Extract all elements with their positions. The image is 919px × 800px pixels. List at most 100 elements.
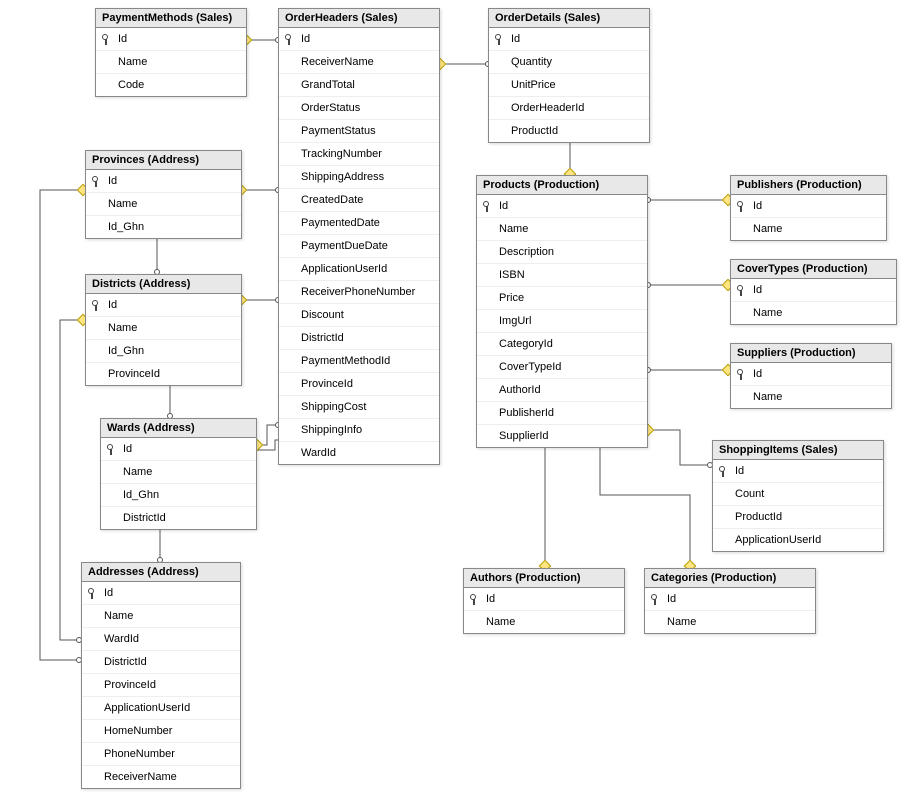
entity-paymentMethods[interactable]: PaymentMethods (Sales)IdNameCode — [95, 8, 247, 97]
column-row[interactable]: OrderStatus — [279, 97, 439, 120]
column-row[interactable]: TrackingNumber — [279, 143, 439, 166]
entity-shoppingItems[interactable]: ShoppingItems (Sales)IdCountProductIdApp… — [712, 440, 884, 552]
column-row[interactable]: ReceiverPhoneNumber — [279, 281, 439, 304]
column-row[interactable]: Id — [477, 195, 647, 218]
entity-title[interactable]: Authors (Production) — [464, 569, 624, 588]
column-row[interactable]: Id — [86, 294, 241, 317]
column-row[interactable]: Name — [645, 611, 815, 633]
column-row[interactable]: PaymentDueDate — [279, 235, 439, 258]
column-row[interactable]: Id_Ghn — [86, 340, 241, 363]
entity-orderHeaders[interactable]: OrderHeaders (Sales)IdReceiverNameGrandT… — [278, 8, 440, 465]
column-row[interactable]: Id_Ghn — [101, 484, 256, 507]
column-row[interactable]: Discount — [279, 304, 439, 327]
column-row[interactable]: Id — [82, 582, 240, 605]
entity-title[interactable]: PaymentMethods (Sales) — [96, 9, 246, 28]
column-row[interactable]: DistrictId — [279, 327, 439, 350]
entity-authors[interactable]: Authors (Production)IdName — [463, 568, 625, 634]
entity-title[interactable]: Publishers (Production) — [731, 176, 886, 195]
column-row[interactable]: ShippingInfo — [279, 419, 439, 442]
column-row[interactable]: Id — [731, 279, 896, 302]
column-row[interactable]: UnitPrice — [489, 74, 649, 97]
entity-title[interactable]: Provinces (Address) — [86, 151, 241, 170]
column-row[interactable]: Name — [96, 51, 246, 74]
column-row[interactable]: Description — [477, 241, 647, 264]
column-row[interactable]: Id — [731, 363, 891, 386]
column-row[interactable]: Name — [731, 386, 891, 408]
column-row[interactable]: Code — [96, 74, 246, 96]
entity-title[interactable]: Suppliers (Production) — [731, 344, 891, 363]
column-row[interactable]: Name — [82, 605, 240, 628]
entity-title[interactable]: Products (Production) — [477, 176, 647, 195]
entity-title[interactable]: OrderDetails (Sales) — [489, 9, 649, 28]
entity-publishers[interactable]: Publishers (Production)IdName — [730, 175, 887, 241]
column-row[interactable]: PaymentedDate — [279, 212, 439, 235]
column-row[interactable]: ReceiverName — [82, 766, 240, 788]
column-row[interactable]: Name — [464, 611, 624, 633]
column-row[interactable]: ReceiverName — [279, 51, 439, 74]
column-row[interactable]: HomeNumber — [82, 720, 240, 743]
column-row[interactable]: ISBN — [477, 264, 647, 287]
column-row[interactable]: Id_Ghn — [86, 216, 241, 238]
column-row[interactable]: PaymentMethodId — [279, 350, 439, 373]
column-row[interactable]: PaymentStatus — [279, 120, 439, 143]
column-row[interactable]: ApplicationUserId — [82, 697, 240, 720]
column-row[interactable]: ProductId — [489, 120, 649, 142]
column-row[interactable]: Id — [96, 28, 246, 51]
column-row[interactable]: ProductId — [713, 506, 883, 529]
column-row[interactable]: ShippingCost — [279, 396, 439, 419]
column-row[interactable]: Quantity — [489, 51, 649, 74]
column-row[interactable]: DistrictId — [82, 651, 240, 674]
column-row[interactable]: Name — [86, 317, 241, 340]
entity-title[interactable]: CoverTypes (Production) — [731, 260, 896, 279]
column-row[interactable]: ImgUrl — [477, 310, 647, 333]
column-row[interactable]: ApplicationUserId — [279, 258, 439, 281]
column-row[interactable]: ProvinceId — [279, 373, 439, 396]
entity-districts[interactable]: Districts (Address)IdNameId_GhnProvinceI… — [85, 274, 242, 386]
entity-title[interactable]: ShoppingItems (Sales) — [713, 441, 883, 460]
column-row[interactable]: Name — [731, 302, 896, 324]
column-row[interactable]: Id — [713, 460, 883, 483]
column-row[interactable]: ProvinceId — [86, 363, 241, 385]
column-row[interactable]: Id — [731, 195, 886, 218]
entity-products[interactable]: Products (Production)IdNameDescriptionIS… — [476, 175, 648, 448]
entity-orderDetails[interactable]: OrderDetails (Sales)IdQuantityUnitPriceO… — [488, 8, 650, 143]
column-row[interactable]: Id — [464, 588, 624, 611]
column-row[interactable]: PhoneNumber — [82, 743, 240, 766]
column-row[interactable]: Id — [279, 28, 439, 51]
column-row[interactable]: Id — [645, 588, 815, 611]
column-row[interactable]: DistrictId — [101, 507, 256, 529]
erd-canvas[interactable]: PaymentMethods (Sales)IdNameCodeOrderHea… — [0, 0, 919, 800]
entity-title[interactable]: Wards (Address) — [101, 419, 256, 438]
column-row[interactable]: Count — [713, 483, 883, 506]
column-row[interactable]: ApplicationUserId — [713, 529, 883, 551]
column-row[interactable]: Id — [489, 28, 649, 51]
column-row[interactable]: CreatedDate — [279, 189, 439, 212]
column-row[interactable]: Id — [101, 438, 256, 461]
entity-suppliers[interactable]: Suppliers (Production)IdName — [730, 343, 892, 409]
entity-title[interactable]: OrderHeaders (Sales) — [279, 9, 439, 28]
column-row[interactable]: WardId — [82, 628, 240, 651]
column-row[interactable]: Price — [477, 287, 647, 310]
column-row[interactable]: ProvinceId — [82, 674, 240, 697]
column-row[interactable]: PublisherId — [477, 402, 647, 425]
entity-coverTypes[interactable]: CoverTypes (Production)IdName — [730, 259, 897, 325]
column-row[interactable]: Name — [477, 218, 647, 241]
column-row[interactable]: Name — [731, 218, 886, 240]
column-row[interactable]: WardId — [279, 442, 439, 464]
column-row[interactable]: OrderHeaderId — [489, 97, 649, 120]
column-row[interactable]: ShippingAddress — [279, 166, 439, 189]
column-row[interactable]: GrandTotal — [279, 74, 439, 97]
column-row[interactable]: CategoryId — [477, 333, 647, 356]
entity-provinces[interactable]: Provinces (Address)IdNameId_Ghn — [85, 150, 242, 239]
column-row[interactable]: AuthorId — [477, 379, 647, 402]
column-row[interactable]: Name — [101, 461, 256, 484]
entity-title[interactable]: Districts (Address) — [86, 275, 241, 294]
entity-title[interactable]: Categories (Production) — [645, 569, 815, 588]
entity-addresses[interactable]: Addresses (Address)IdNameWardIdDistrictI… — [81, 562, 241, 789]
entity-title[interactable]: Addresses (Address) — [82, 563, 240, 582]
column-row[interactable]: SupplierId — [477, 425, 647, 447]
entity-categories[interactable]: Categories (Production)IdName — [644, 568, 816, 634]
column-row[interactable]: Id — [86, 170, 241, 193]
entity-wards[interactable]: Wards (Address)IdNameId_GhnDistrictId — [100, 418, 257, 530]
column-row[interactable]: CoverTypeId — [477, 356, 647, 379]
